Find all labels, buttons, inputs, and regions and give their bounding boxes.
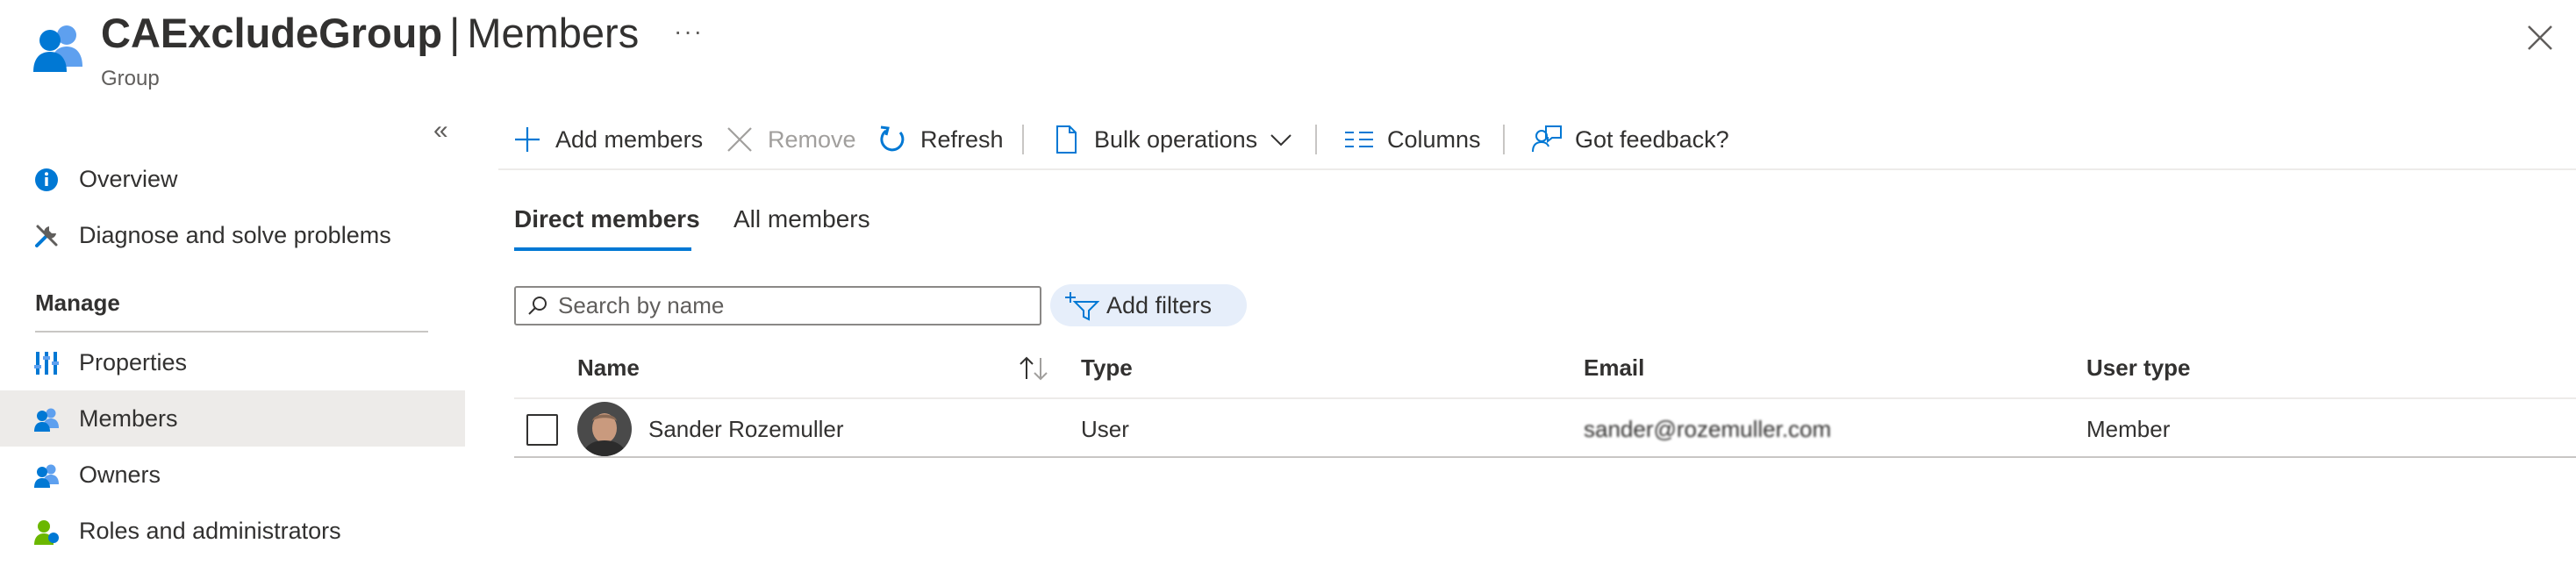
- cell-type: User: [1081, 416, 1129, 442]
- sidebar-item-diagnose[interactable]: Diagnose and solve problems: [0, 207, 465, 263]
- sidebar-item-members[interactable]: Members: [0, 390, 465, 447]
- cell-user-type: Member: [2086, 416, 2171, 442]
- toolbar-divider: [498, 168, 2576, 170]
- refresh-label: Refresh: [920, 125, 1004, 153]
- add-filter-icon: [1065, 292, 1099, 321]
- cell-name[interactable]: Sander Rozemuller: [648, 416, 844, 443]
- document-icon: [1056, 125, 1077, 154]
- feedback-icon: [1532, 125, 1562, 153]
- sidebar-item-label: Owners: [79, 461, 161, 488]
- wrench-icon: [35, 225, 58, 247]
- remove-label: Remove: [768, 125, 856, 153]
- blade-name: Members: [467, 10, 640, 56]
- group-icon: [33, 25, 82, 72]
- add-filters-button[interactable]: Add filters: [1050, 284, 1247, 326]
- search-input[interactable]: [558, 292, 1014, 319]
- cell-email: sander@rozemuller.com: [1584, 416, 1832, 442]
- page-title: CAExcludeGroup | Members: [101, 9, 639, 57]
- column-header-name[interactable]: Name: [577, 354, 640, 382]
- toolbar-separator: [1022, 125, 1024, 154]
- collapse-sidebar-button[interactable]: «: [433, 116, 448, 146]
- toolbar-separator: [1503, 125, 1505, 154]
- refresh-icon: [880, 125, 905, 152]
- sidebar-item-label: Diagnose and solve problems: [79, 221, 391, 248]
- owners-icon: [34, 464, 59, 488]
- toolbar-separator: [1315, 125, 1317, 154]
- sidebar-item-label: Properties: [79, 348, 188, 375]
- group-name: CAExcludeGroup: [101, 10, 443, 56]
- refresh-button[interactable]: Refresh: [877, 118, 1004, 161]
- info-icon: [35, 168, 58, 191]
- row-divider: [514, 456, 2576, 458]
- avatar: [577, 402, 632, 456]
- sidebar-item-owners[interactable]: Owners: [0, 447, 465, 503]
- remove-button[interactable]: Remove: [724, 118, 856, 161]
- bulk-operations-button[interactable]: Bulk operations: [1050, 118, 1292, 161]
- title-separator: |: [449, 10, 461, 56]
- sidebar-item-properties[interactable]: Properties: [0, 334, 465, 390]
- plus-icon: [515, 127, 540, 152]
- columns-label: Columns: [1387, 125, 1481, 153]
- more-options-button[interactable]: ···: [674, 18, 704, 46]
- column-header-email[interactable]: Email: [1584, 354, 1644, 382]
- columns-icon: [1345, 132, 1373, 147]
- sidebar-item-label: Roles and administrators: [79, 517, 341, 544]
- members-icon: [34, 408, 59, 432]
- sidebar-section-manage: Manage: [35, 290, 120, 316]
- sidebar-item-roles[interactable]: Roles and administrators: [0, 503, 465, 559]
- row-checkbox[interactable]: [526, 414, 558, 446]
- columns-button[interactable]: Columns: [1343, 118, 1481, 161]
- feedback-button[interactable]: Got feedback?: [1531, 118, 1729, 161]
- add-filters-label: Add filters: [1106, 291, 1213, 318]
- sidebar-divider: [35, 331, 428, 333]
- properties-icon: [34, 352, 59, 375]
- tab-all-members[interactable]: All members: [733, 205, 870, 233]
- tab-direct-members[interactable]: Direct members: [514, 205, 700, 233]
- roles-icon: [34, 520, 59, 545]
- resource-type-label: Group: [101, 67, 160, 90]
- column-header-type[interactable]: Type: [1081, 354, 1133, 382]
- search-box: [514, 286, 1041, 325]
- column-header-user-type[interactable]: User type: [2086, 354, 2191, 382]
- close-icon[interactable]: [2525, 23, 2555, 53]
- add-members-button[interactable]: Add members: [512, 118, 703, 161]
- active-tab-indicator: [514, 247, 691, 251]
- sort-icon[interactable]: [1018, 354, 1049, 383]
- sidebar-item-label: Overview: [79, 165, 178, 192]
- chevron-down-icon: [1270, 134, 1292, 147]
- sidebar-item-label: Members: [79, 404, 178, 432]
- bulk-operations-label: Bulk operations: [1094, 125, 1258, 153]
- sidebar-item-overview[interactable]: Overview: [0, 151, 465, 207]
- add-members-label: Add members: [555, 125, 704, 153]
- header-row-divider: [514, 397, 2576, 399]
- search-icon: [528, 296, 547, 315]
- feedback-label: Got feedback?: [1575, 125, 1729, 153]
- remove-x-icon: [727, 127, 752, 152]
